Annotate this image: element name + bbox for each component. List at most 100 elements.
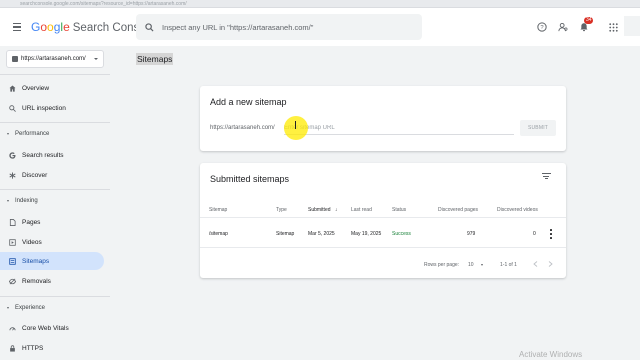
- sitemap-icon: [8, 257, 16, 265]
- cell-sitemap: /sitemap: [209, 231, 228, 237]
- text-cursor: [295, 121, 296, 129]
- column-header-status[interactable]: Status: [392, 207, 406, 213]
- section-toggle-indexing[interactable]: Indexing: [0, 194, 38, 208]
- column-header-discovered-videos[interactable]: Discovered videos: [497, 207, 538, 213]
- sidebar-item-https[interactable]: HTTPS: [0, 339, 104, 357]
- property-name: https://artarasaneh.com/: [21, 56, 86, 62]
- table-row-divider: [200, 247, 566, 248]
- cell-discovered-videos: 0: [533, 231, 536, 237]
- cursor-highlight: [284, 116, 308, 140]
- manage-users-icon[interactable]: [553, 17, 573, 37]
- home-icon: [8, 84, 16, 92]
- search-input[interactable]: [162, 22, 402, 32]
- cell-type: Sitemap: [276, 231, 295, 237]
- section-label: Experience: [15, 305, 46, 311]
- property-selector[interactable]: https://artarasaneh.com/: [6, 50, 104, 68]
- browser-url: searchconsole.google.com/sitemaps?resour…: [20, 1, 187, 7]
- table-header-divider: [200, 217, 566, 218]
- sidebar-item-sitemaps[interactable]: Sitemaps: [0, 252, 104, 270]
- sidebar-divider: [0, 296, 110, 297]
- sitemap-url-input[interactable]: [284, 122, 514, 135]
- column-header-discovered-pages[interactable]: Discovered pages: [438, 207, 478, 213]
- sidebar-item-label: Core Web Vitals: [22, 324, 69, 332]
- os-activation-watermark: Activate Windows: [519, 350, 583, 359]
- card-title: Submitted sitemaps: [210, 174, 290, 184]
- section-label: Performance: [15, 131, 50, 137]
- sidebar-item-removals[interactable]: Removals: [0, 272, 104, 290]
- column-header-last-read[interactable]: Last read: [351, 207, 372, 213]
- sitemap-url-prefix: https://artarasaneh.com/: [210, 125, 275, 131]
- top-app-bar: Google Search Console ? 34: [0, 8, 640, 46]
- pagination-range: 1-1 of 1: [500, 262, 517, 268]
- svg-text:?: ?: [540, 25, 544, 31]
- hamburger-menu-icon[interactable]: [5, 15, 29, 39]
- sidebar-item-label: Search results: [22, 151, 64, 159]
- help-icon[interactable]: ?: [532, 17, 552, 37]
- account-avatar[interactable]: [624, 16, 640, 36]
- browser-address-strip: searchconsole.google.com/sitemaps?resour…: [0, 0, 640, 8]
- apps-grid-icon[interactable]: [603, 17, 623, 37]
- sidebar-divider: [0, 122, 110, 123]
- url-inspection-search[interactable]: [136, 14, 422, 40]
- lock-icon: [8, 344, 16, 352]
- cell-submitted: Mar 5, 2025: [308, 231, 335, 237]
- submitted-sitemaps-card: Submitted sitemaps: [200, 163, 566, 278]
- property-icon: [12, 56, 18, 62]
- page-title: Sitemaps: [136, 53, 174, 65]
- sidebar-item-label: Videos: [22, 238, 42, 246]
- sidebar-divider: [0, 74, 110, 75]
- more-vert-icon[interactable]: [549, 229, 553, 239]
- sidebar-item-search-results[interactable]: Search results: [0, 146, 104, 164]
- chevron-down-icon: [94, 58, 98, 60]
- submit-sitemap-button[interactable]: SUBMIT: [520, 120, 556, 136]
- chevron-down-icon[interactable]: [481, 264, 483, 266]
- sidebar-item-label: URL inspection: [22, 104, 66, 112]
- column-header-type[interactable]: Type: [276, 207, 287, 213]
- card-title: Add a new sitemap: [210, 97, 287, 107]
- magnifier-icon: [8, 104, 16, 112]
- sidebar-item-label: Removals: [22, 277, 51, 285]
- section-toggle-experience[interactable]: Experience: [0, 301, 45, 315]
- page-icon: [8, 218, 16, 226]
- section-toggle-performance[interactable]: Performance: [0, 127, 49, 141]
- sidebar-item-core-web-vitals[interactable]: Core Web Vitals: [0, 319, 104, 337]
- notification-count-badge: 34: [584, 17, 593, 24]
- sidebar-item-url-inspection[interactable]: URL inspection: [0, 99, 104, 117]
- sidebar-item-videos[interactable]: Videos: [0, 233, 104, 251]
- google-wordmark: Google: [31, 20, 70, 34]
- search-icon: [145, 22, 154, 32]
- sort-down-arrow-icon: ↓: [334, 207, 338, 213]
- asterisk-icon: [8, 171, 16, 179]
- sidebar-item-label: Sitemaps: [22, 257, 50, 265]
- column-header-label: Submitted: [308, 207, 331, 213]
- column-header-sitemap[interactable]: Sitemap: [209, 207, 227, 213]
- collapse-triangle-icon: [7, 307, 9, 309]
- rows-per-page-select[interactable]: 10: [468, 262, 474, 268]
- sidebar-item-label: HTTPS: [22, 344, 44, 352]
- removal-eye-icon: [8, 277, 16, 285]
- add-sitemap-card: Add a new sitemap: [200, 86, 566, 151]
- next-page-chevron-icon[interactable]: [545, 259, 555, 269]
- sidebar-item-discover[interactable]: Discover: [0, 166, 104, 184]
- sidebar-item-label: Pages: [22, 218, 41, 226]
- section-label: Indexing: [15, 198, 38, 204]
- collapse-triangle-icon: [7, 200, 9, 202]
- filter-icon[interactable]: [540, 170, 552, 182]
- video-page-icon: [8, 238, 16, 246]
- google-g-icon: [8, 151, 16, 159]
- gauge-icon: [8, 324, 16, 332]
- sidebar-item-overview[interactable]: Overview: [0, 79, 104, 97]
- cell-last-read: May 19, 2025: [351, 231, 382, 237]
- rows-per-page-label: Rows per page:: [424, 262, 460, 268]
- cell-status: Success: [392, 231, 411, 237]
- column-header-submitted[interactable]: Submitted ↓: [308, 207, 337, 213]
- collapse-triangle-icon: [7, 133, 9, 135]
- notifications-bell-icon[interactable]: 34: [574, 17, 594, 37]
- cell-discovered-pages: 979: [467, 231, 476, 237]
- sidebar-divider: [0, 189, 110, 190]
- sidebar: https://artarasaneh.com/ Overview URL in…: [0, 46, 110, 360]
- sidebar-item-pages[interactable]: Pages: [0, 213, 104, 231]
- sidebar-item-label: Overview: [22, 84, 50, 92]
- prev-page-chevron-icon[interactable]: [530, 259, 540, 269]
- sidebar-item-label: Discover: [22, 171, 48, 179]
